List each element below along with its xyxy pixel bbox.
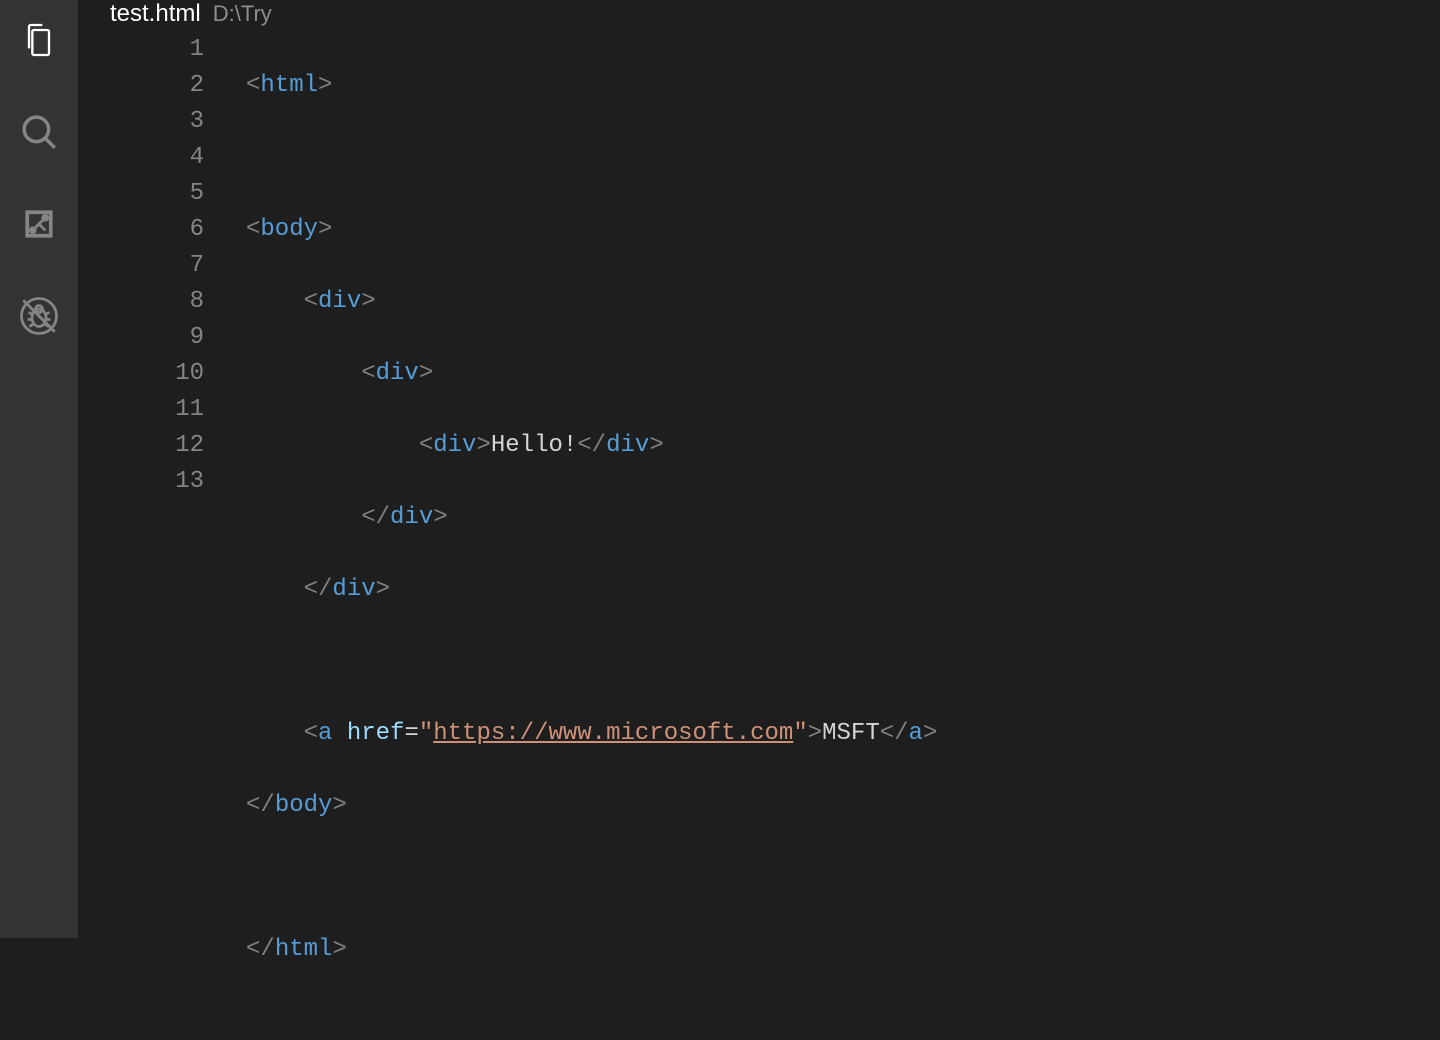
code-editor[interactable]: 12345678910111213 <html> <body> <div> <d… bbox=[78, 28, 1440, 1040]
editor-area: test.html D:\Try 12345678910111213 <html… bbox=[78, 0, 1440, 938]
line-number: 10 bbox=[78, 356, 204, 392]
line-number: 1 bbox=[78, 32, 204, 68]
editor-scrollbar[interactable] bbox=[1418, 32, 1440, 1040]
line-number: 9 bbox=[78, 320, 204, 356]
line-number: 7 bbox=[78, 248, 204, 284]
explorer-icon[interactable] bbox=[17, 18, 61, 62]
tab-filename[interactable]: test.html bbox=[110, 0, 201, 28]
line-number: 3 bbox=[78, 104, 204, 140]
line-number: 6 bbox=[78, 212, 204, 248]
source-control-icon[interactable] bbox=[17, 202, 61, 246]
debug-icon[interactable] bbox=[17, 294, 61, 338]
line-number: 8 bbox=[78, 284, 204, 320]
line-number: 2 bbox=[78, 68, 204, 104]
activity-bar bbox=[0, 0, 78, 938]
line-number: 13 bbox=[78, 464, 204, 500]
line-number: 5 bbox=[78, 176, 204, 212]
line-gutter: 12345678910111213 bbox=[78, 32, 246, 1040]
line-number: 4 bbox=[78, 140, 204, 176]
code-content[interactable]: <html> <body> <div> <div> <div>Hello!</d… bbox=[246, 32, 1418, 1040]
line-number: 11 bbox=[78, 392, 204, 428]
line-number: 12 bbox=[78, 428, 204, 464]
search-icon[interactable] bbox=[17, 110, 61, 154]
tab-path: D:\Try bbox=[213, 1, 272, 27]
tab-bar: test.html D:\Try bbox=[78, 0, 1440, 28]
